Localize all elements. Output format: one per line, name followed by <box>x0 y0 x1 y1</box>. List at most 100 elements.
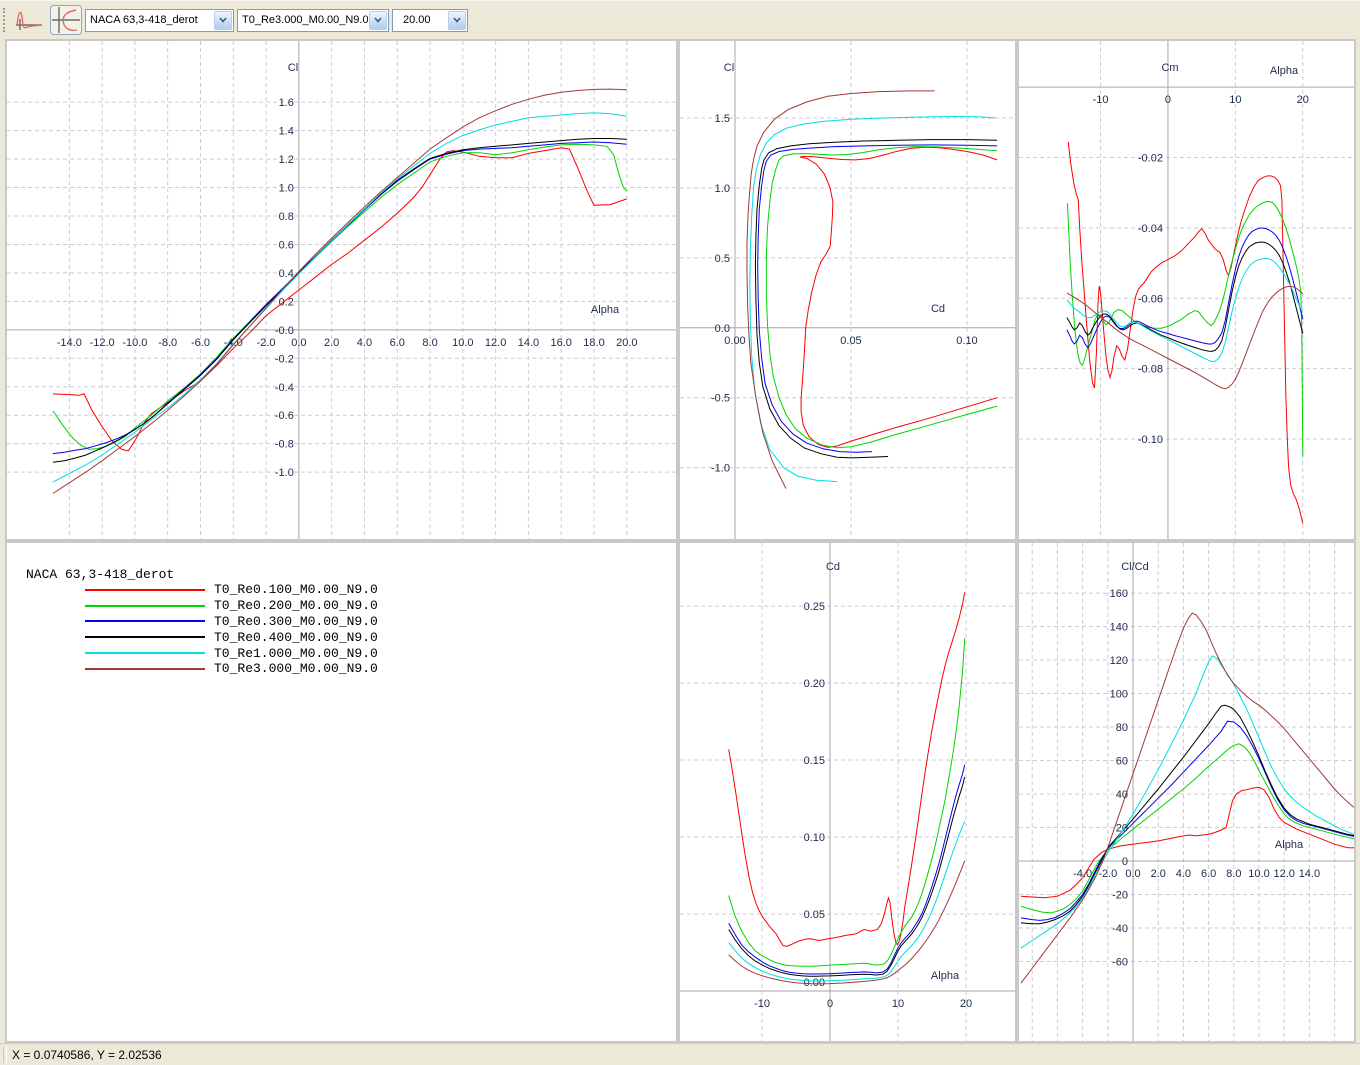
y-tick-label: 120 <box>1110 655 1128 667</box>
y-tick-label: 0.15 <box>804 755 825 767</box>
polar-select-value: T0_Re3.000_M0.00_N9.0 <box>238 14 368 26</box>
y-tick-label: 60 <box>1116 756 1128 768</box>
legend-rows: T0_Re0.100_M0.00_N9.0T0_Re0.200_M0.00_N9… <box>26 582 676 677</box>
series-line-re0100 <box>1021 787 1354 898</box>
airfoil-select[interactable]: NACA 63,3-418_derot <box>85 9 234 32</box>
cp-view-button[interactable] <box>13 5 45 35</box>
y-tick-label: 0.2 <box>279 296 294 308</box>
x-tick-label: -14.0 <box>57 337 82 349</box>
clcd-alpha-chart-panel: -4.0-2.00.02.04.06.08.010.012.014.016014… <box>1019 543 1354 1041</box>
toolbar-grip[interactable] <box>3 8 8 32</box>
y-tick-label: -1.0 <box>711 463 730 475</box>
statusbar-separator <box>3 1047 7 1063</box>
y-tick-label: 1.6 <box>279 97 294 109</box>
series-line-re0200 <box>1021 744 1354 913</box>
cd-alpha-chart-panel: -10010200.000.050.100.150.200.25CdAlpha <box>680 543 1015 1041</box>
series-line-re0200 <box>53 144 627 449</box>
axis-title: Alpha <box>1270 65 1299 77</box>
series-line-re0400 <box>729 777 965 976</box>
x-tick-label: 0.10 <box>956 335 977 347</box>
chevron-down-icon[interactable] <box>214 11 232 30</box>
y-tick-label: 100 <box>1110 689 1128 701</box>
series-line-re0100 <box>1068 142 1303 524</box>
chevron-down-icon[interactable] <box>369 11 387 30</box>
x-tick-label: 4.0 <box>1176 868 1191 880</box>
x-tick-label: 14.0 <box>518 337 539 349</box>
y-tick-label: 1.2 <box>279 154 294 166</box>
cl-cd-chart-panel: 0.000.050.101.51.00.50.0-0.5-1.0ClCd <box>680 41 1015 539</box>
x-tick-label: -8.0 <box>158 337 177 349</box>
cp-plot-icon <box>15 7 43 33</box>
legend-series-row: T0_Re3.000_M0.00_N9.0 <box>26 661 676 677</box>
series-line-re0300 <box>53 142 627 454</box>
legend-series-label: T0_Re0.200_M0.00_N9.0 <box>214 598 378 613</box>
legend-color-swatch <box>85 589 205 591</box>
legend-color-swatch <box>85 605 205 607</box>
x-tick-label: 12.0 <box>485 337 506 349</box>
x-tick-label: 0.0 <box>291 337 306 349</box>
x-tick-label: -6.0 <box>191 337 210 349</box>
y-tick-label: 0.00 <box>804 977 825 989</box>
y-tick-label: -0.2 <box>275 353 294 365</box>
chart-grid: -14.0-12.0-10.0-8.0-6.0-4.0-2.00.02.04.0… <box>5 39 1356 1043</box>
x-tick-label: 2.0 <box>1151 868 1166 880</box>
series-line-re0300 <box>1067 228 1303 348</box>
cursor-coordinates: X = 0.0740586, Y = 2.02536 <box>12 1048 162 1062</box>
x-tick-label: -10 <box>754 998 770 1010</box>
y-tick-label: 0.0 <box>715 323 730 335</box>
series-line-re0400 <box>1021 705 1354 924</box>
cm-alpha-chart-panel: -1001020-0.02-0.04-0.06-0.08-0.10CmAlpha <box>1019 41 1354 539</box>
x-tick-label: 2.0 <box>324 337 339 349</box>
x-tick-label: 0 <box>827 998 833 1010</box>
y-tick-label: 0.6 <box>279 239 294 251</box>
x-tick-label: -2.0 <box>257 337 276 349</box>
x-tick-label: 0.0 <box>1125 868 1140 880</box>
legend-title: NACA 63,3-418_derot <box>26 567 676 582</box>
x-tick-label: 12.0 <box>1273 868 1294 880</box>
y-tick-label: -0.04 <box>1138 223 1163 235</box>
y-tick-label: -0.08 <box>1138 364 1163 376</box>
legend-series-label: T0_Re3.000_M0.00_N9.0 <box>214 661 378 676</box>
legend-series-row: T0_Re0.100_M0.00_N9.0 <box>26 582 676 598</box>
series-line-re0200 <box>1068 202 1303 457</box>
axis-title: Cl <box>724 62 734 74</box>
cl-alpha-chart-panel: -14.0-12.0-10.0-8.0-6.0-4.0-2.00.02.04.0… <box>7 41 676 539</box>
series-line-re0400 <box>755 140 997 458</box>
y-tick-label: 0 <box>1122 856 1128 868</box>
x-tick-label: 16.0 <box>551 337 572 349</box>
x-tick-label: -10.0 <box>122 337 147 349</box>
y-tick-label: -0.10 <box>1138 434 1163 446</box>
alpha-select-value: 20.00 <box>393 14 447 26</box>
axis-title: Cl <box>288 62 298 74</box>
polar-view-button[interactable] <box>50 5 82 35</box>
y-tick-label: 0.4 <box>279 268 294 280</box>
axis-title: Alpha <box>591 304 620 316</box>
legend-series-label: T0_Re0.100_M0.00_N9.0 <box>214 582 378 597</box>
y-tick-label: -0.8 <box>275 439 294 451</box>
x-tick-label: -12.0 <box>90 337 115 349</box>
y-tick-label: 80 <box>1116 722 1128 734</box>
legend-color-swatch <box>85 668 205 670</box>
x-tick-label: 0.05 <box>840 335 861 347</box>
polar-select[interactable]: T0_Re3.000_M0.00_N9.0 <box>237 9 389 32</box>
y-tick-label: 160 <box>1110 588 1128 600</box>
legend-series-row: T0_Re0.200_M0.00_N9.0 <box>26 598 676 614</box>
airfoil-select-value: NACA 63,3-418_derot <box>86 14 213 26</box>
axis-title: Cm <box>1161 62 1178 74</box>
y-tick-label: -1.0 <box>275 467 294 479</box>
x-tick-label: 10 <box>1229 94 1241 106</box>
series-line-re3000 <box>729 861 965 984</box>
y-tick-label: -0.6 <box>275 410 294 422</box>
alpha-select[interactable]: 20.00 <box>392 9 468 32</box>
series-line-re0300 <box>758 145 997 452</box>
series-line-re3000 <box>747 91 935 489</box>
y-tick-label: 0.25 <box>804 601 825 613</box>
y-tick-label: -0.02 <box>1138 152 1163 164</box>
chevron-down-icon[interactable] <box>448 11 466 30</box>
y-tick-label: -40 <box>1112 923 1128 935</box>
polar-plot-icon <box>51 6 81 34</box>
series-line-re3000 <box>1067 286 1303 388</box>
toolbar: NACA 63,3-418_derot T0_Re3.000_M0.00_N9.… <box>0 0 1360 39</box>
y-tick-label: -20 <box>1112 889 1128 901</box>
x-tick-label: 20.0 <box>616 337 637 349</box>
